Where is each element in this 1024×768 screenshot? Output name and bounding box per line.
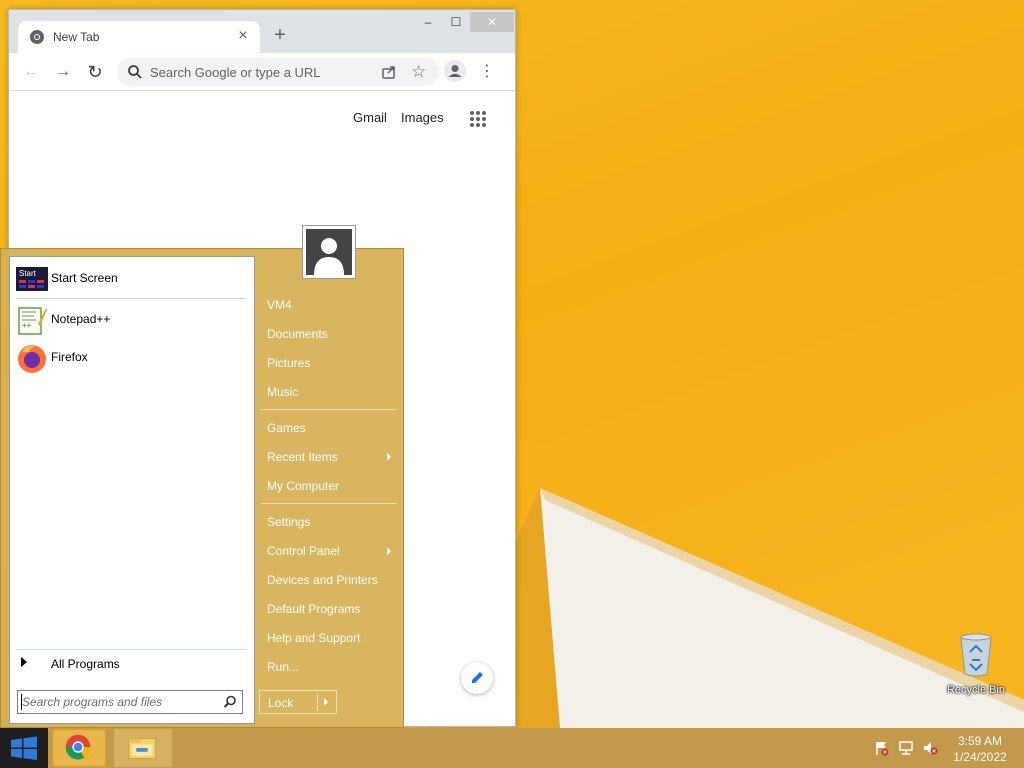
notepadpp-icon: ++ (18, 307, 47, 335)
taskbar: 3:59 AM 1/24/2022 (0, 728, 1024, 768)
magnifier-icon[interactable] (223, 695, 237, 709)
windows-logo-icon (11, 736, 37, 760)
menu-item-label: Control Panel (267, 544, 340, 558)
bookmark-star-icon[interactable]: ☆ (411, 62, 426, 82)
user-picture[interactable] (302, 225, 356, 279)
svg-text:Start: Start (19, 269, 37, 278)
taskbar-chrome-button[interactable] (52, 729, 106, 767)
forward-button[interactable]: → (52, 61, 74, 83)
triangle-right-icon (21, 657, 27, 667)
menu-item-label: Recent Items (267, 450, 338, 464)
start-menu: Start Start Screen ++ Notepad++ Firefox (0, 225, 404, 728)
lock-label: Lock (268, 696, 294, 710)
menu-item-default-programs[interactable]: Default Programs (260, 596, 397, 622)
menu-item-help-support[interactable]: Help and Support (260, 625, 397, 651)
menu-item-label: Devices and Printers (267, 573, 378, 587)
divider (261, 503, 397, 504)
volume-muted-icon[interactable] (922, 740, 938, 756)
divider (261, 409, 397, 410)
menu-item-label: Documents (267, 327, 328, 341)
profile-button[interactable] (444, 60, 466, 82)
submenu-arrow-icon (387, 453, 391, 461)
divider (317, 693, 318, 711)
menu-item-pictures[interactable]: Pictures (260, 350, 397, 376)
chrome-icon (65, 734, 91, 760)
pencil-icon (472, 672, 483, 683)
lock-options-arrow-icon[interactable] (324, 698, 328, 706)
menu-item-label: My Computer (267, 479, 340, 493)
avatar-icon (448, 65, 462, 77)
program-firefox[interactable]: Firefox (15, 340, 249, 376)
menu-item-run[interactable]: Run... (260, 654, 397, 680)
recycle-bin[interactable]: Recycle Bin (940, 630, 1012, 700)
folder-icon (128, 738, 156, 759)
menu-item-label: Music (267, 385, 299, 399)
divider (16, 298, 246, 299)
system-clock[interactable]: 3:59 AM 1/24/2022 (945, 733, 1015, 765)
recycle-bin-icon (960, 633, 992, 677)
tab-new-tab[interactable]: New Tab × (18, 21, 260, 53)
menu-item-documents[interactable]: Documents (260, 321, 397, 347)
minimize-button[interactable]: – (414, 12, 442, 32)
menu-item-games[interactable]: Games (260, 415, 397, 441)
menu-item-label: VM4 (267, 298, 292, 312)
program-label: Firefox (51, 350, 88, 364)
gmail-link[interactable]: Gmail (353, 110, 387, 125)
menu-item-settings[interactable]: Settings (260, 509, 397, 535)
lock-button[interactable]: Lock (259, 690, 337, 714)
menu-item-label: Games (267, 421, 306, 435)
share-icon[interactable] (381, 64, 397, 80)
clock-time: 3:59 AM (957, 734, 1003, 748)
menu-item-vm4[interactable]: VM4 (260, 292, 397, 318)
omnibox[interactable]: Search Google or type a URL ☆ (117, 58, 439, 86)
menu-item-label: Run... (267, 660, 300, 674)
reload-button[interactable]: ↻ (84, 61, 106, 83)
tab-close-button[interactable]: × (234, 27, 252, 45)
submenu-arrow-icon (387, 547, 391, 555)
user-avatar-icon (306, 229, 352, 275)
start-button[interactable] (0, 728, 48, 768)
back-button[interactable]: ← (20, 61, 42, 83)
network-icon[interactable] (898, 740, 914, 756)
all-programs-label: All Programs (51, 657, 120, 671)
omnibox-placeholder: Search Google or type a URL (150, 65, 321, 80)
google-apps-icon[interactable] (469, 110, 487, 128)
program-label: Start Screen (51, 271, 118, 285)
start-screen-icon: Start (16, 267, 48, 291)
new-tab-button[interactable]: + (269, 24, 291, 46)
chrome-tab-icon (30, 30, 44, 44)
clock-date: 1/24/2022 (953, 750, 1007, 764)
all-programs-button[interactable]: All Programs (15, 653, 249, 675)
program-notepadpp[interactable]: ++ Notepad++ (15, 302, 249, 338)
action-center-flag-icon[interactable] (874, 740, 890, 756)
menu-item-music[interactable]: Music (260, 379, 397, 405)
menu-item-control-panel[interactable]: Control Panel (260, 538, 397, 564)
firefox-icon (18, 345, 46, 373)
chrome-menu-button[interactable]: ⋮ (479, 61, 495, 83)
menu-item-label: Settings (267, 515, 311, 529)
programs-pane: Start Start Screen ++ Notepad++ Firefox (9, 256, 255, 724)
svg-text:++: ++ (22, 321, 32, 330)
customize-chrome-button[interactable] (461, 662, 493, 694)
images-link[interactable]: Images (401, 110, 444, 125)
maximize-button[interactable]: ☐ (442, 12, 470, 32)
start-search-box[interactable] (17, 690, 243, 714)
menu-item-label: Help and Support (267, 631, 361, 645)
browser-toolbar: ← → ↻ Search Google or type a URL ☆ ⋮ (9, 53, 515, 91)
search-icon (128, 65, 142, 79)
program-label: Notepad++ (51, 312, 111, 326)
title-bar[interactable]: New Tab × + – ☐ ✕ (9, 10, 515, 53)
tab-title: New Tab (53, 30, 100, 44)
recycle-bin-label: Recycle Bin (946, 684, 1006, 696)
close-window-button[interactable]: ✕ (470, 12, 514, 32)
start-search-input[interactable] (22, 694, 218, 710)
menu-item-recent-items[interactable]: Recent Items (260, 444, 397, 470)
divider (16, 649, 246, 650)
menu-item-label: Pictures (267, 356, 311, 370)
menu-item-my-computer[interactable]: My Computer (260, 473, 397, 499)
menu-item-label: Default Programs (267, 602, 361, 616)
menu-item-devices-printers[interactable]: Devices and Printers (260, 567, 397, 593)
program-start-screen[interactable]: Start Start Screen (15, 261, 249, 297)
taskbar-file-explorer-button[interactable] (114, 729, 172, 767)
